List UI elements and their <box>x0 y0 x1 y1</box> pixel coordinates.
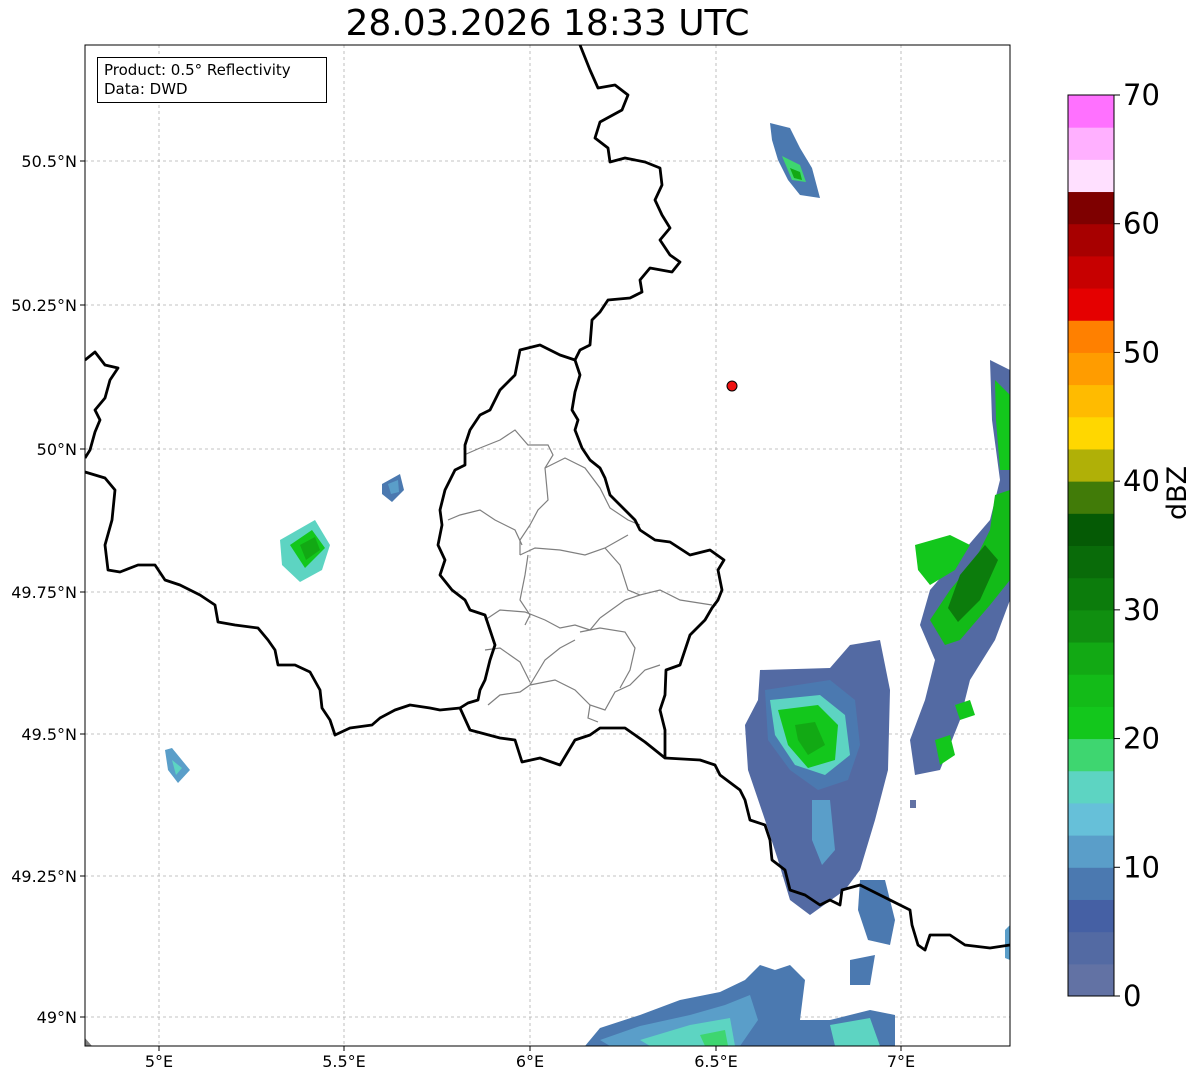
colorbar-step <box>1068 577 1114 611</box>
colorbar-step <box>1068 545 1114 579</box>
radar-map-figure: 5°E 5.5°E 6°E 6.5°E 7°E 50.5°N 50.25°N 5… <box>0 0 1202 1081</box>
y-tick-label: 50°N <box>37 440 77 459</box>
radar-site-marker <box>726 380 738 392</box>
colorbar-step <box>1068 802 1114 836</box>
colorbar-step <box>1068 288 1114 321</box>
x-tick-label: 5.5°E <box>322 1052 366 1071</box>
colorbar <box>1068 95 1114 997</box>
colorbar-step <box>1068 352 1114 386</box>
colorbar-step <box>1068 448 1114 482</box>
x-tick-label: 6.5°E <box>694 1052 738 1071</box>
y-tick-label: 49°N <box>37 1008 77 1027</box>
product-info-box: Product: 0.5° Reflectivity Data: DWD <box>97 57 327 103</box>
colorbar-step <box>1068 127 1114 160</box>
colorbar-label: dBZ <box>1162 465 1193 520</box>
colorbar-tick-label: 0 <box>1123 979 1141 1013</box>
colorbar-step <box>1068 738 1114 772</box>
colorbar-tick-label: 50 <box>1123 335 1160 369</box>
x-tick-label: 7°E <box>887 1052 915 1071</box>
colorbar-ticks: 0 10 20 30 40 50 60 70 <box>1114 78 1160 1013</box>
x-tick-label: 6°E <box>516 1052 544 1071</box>
data-source-label: Data: DWD <box>104 80 188 98</box>
y-tick-label: 49.5°N <box>21 725 77 744</box>
radar-echoes <box>85 123 1010 1046</box>
y-tick-label: 49.75°N <box>11 583 77 602</box>
colorbar-tick-label: 70 <box>1123 78 1160 112</box>
map-title: 28.03.2026 18:33 UTC <box>345 3 750 44</box>
colorbar-step <box>1068 513 1114 546</box>
colorbar-step <box>1068 255 1114 289</box>
colorbar-step <box>1068 899 1114 933</box>
colorbar-step <box>1068 835 1114 868</box>
colorbar-step <box>1068 770 1114 804</box>
colorbar-tick-label: 60 <box>1123 207 1160 241</box>
colorbar-step <box>1068 674 1114 707</box>
colorbar-step <box>1068 191 1114 225</box>
colorbar-step <box>1068 642 1114 675</box>
colorbar-step <box>1068 223 1114 257</box>
y-tick-label: 49.25°N <box>11 867 77 886</box>
colorbar-tick-label: 20 <box>1123 722 1160 756</box>
colorbar-step <box>1068 416 1114 450</box>
x-tick-label: 5°E <box>145 1052 173 1071</box>
colorbar-step <box>1068 320 1114 353</box>
colorbar-step <box>1068 481 1114 514</box>
colorbar-step <box>1068 384 1114 418</box>
y-tick-label: 50.25°N <box>11 296 77 315</box>
product-label: Product: 0.5° Reflectivity <box>104 61 291 79</box>
echo-cell-north <box>770 123 820 198</box>
district-lines <box>447 429 713 723</box>
colorbar-step <box>1068 963 1114 997</box>
colorbar-tick-label: 10 <box>1123 850 1160 884</box>
colorbar-tick-label: 40 <box>1123 464 1160 498</box>
colorbar-step <box>1068 931 1114 965</box>
colorbar-step <box>1068 95 1114 128</box>
colorbar-step <box>1068 706 1114 740</box>
colorbar-tick-label: 30 <box>1123 593 1160 627</box>
colorbar-step <box>1068 159 1114 193</box>
y-tick-label: 50.5°N <box>21 152 77 171</box>
colorbar-step <box>1068 867 1114 900</box>
colorbar-step <box>1068 609 1114 643</box>
